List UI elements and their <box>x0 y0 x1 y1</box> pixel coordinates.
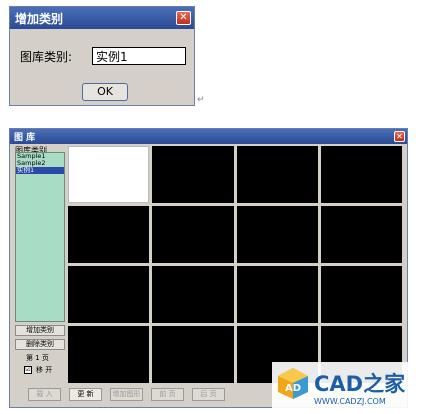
logo-text: AD <box>285 383 301 394</box>
checkbox[interactable]: ☑ <box>24 366 32 374</box>
return-mark-icon: ↵ <box>197 95 205 105</box>
close-icon[interactable]: ✕ <box>176 11 191 25</box>
thumbnail-cell[interactable] <box>68 206 150 263</box>
delete-category-button[interactable]: 删除类别 <box>15 339 65 350</box>
watermark: AD CAD之家 WWW.CADZJ.COM <box>272 362 430 414</box>
thumbnail-cell[interactable] <box>236 206 318 263</box>
thumbnail-cell[interactable] <box>236 146 318 203</box>
list-item[interactable]: 实例1 <box>16 167 64 174</box>
toolbar-button[interactable]: 前 页 <box>151 388 184 401</box>
thumbnail-cell[interactable] <box>152 146 234 203</box>
bottom-toolbar: 载 入更 新增加图形前 页后 页 <box>28 388 225 401</box>
category-name-input[interactable]: 实例1 <box>92 47 186 65</box>
cad-logo-icon: AD <box>278 368 308 399</box>
thumbnail-cell[interactable] <box>152 326 234 383</box>
thumbnail-cell[interactable] <box>320 206 402 263</box>
add-category-dialog: 增加类别 ✕ 图库类别: 实例1 OK <box>9 6 195 106</box>
brand-url: WWW.CADZJ.COM <box>314 397 386 406</box>
thumbnail-cell[interactable] <box>152 206 234 263</box>
add-category-title: 增加类别 <box>15 11 64 26</box>
page-indicator: 第 1 页 <box>26 354 49 362</box>
thumbnail-cell[interactable] <box>68 146 150 203</box>
thumbnail-cell[interactable] <box>68 326 150 383</box>
thumbnail-cell[interactable] <box>68 266 150 323</box>
category-field-row: 图库类别: 实例1 <box>20 47 186 65</box>
category-listbox[interactable]: Sample1 Sample2 实例1 <box>15 152 65 322</box>
gallery-title: 图 库 <box>14 133 36 143</box>
category-field-label: 图库类别: <box>20 49 73 64</box>
move-checkbox-row[interactable]: ☑ 移 开 <box>24 365 52 375</box>
thumbnail-grid <box>68 146 402 383</box>
gallery-titlebar: 图 库 ✕ <box>10 129 407 144</box>
close-icon[interactable]: ✕ <box>394 131 405 142</box>
checkbox-label: 移 开 <box>36 366 53 374</box>
add-category-titlebar: 增加类别 ✕ <box>10 7 194 29</box>
toolbar-button[interactable]: 载 入 <box>28 388 61 401</box>
ok-button[interactable]: OK <box>82 83 128 101</box>
add-category-button[interactable]: 增加类别 <box>15 325 65 336</box>
brand-name: CAD之家 <box>314 372 406 396</box>
thumbnail-cell[interactable] <box>236 266 318 323</box>
thumbnail-cell[interactable] <box>320 146 402 203</box>
toolbar-button[interactable]: 后 页 <box>192 388 225 401</box>
toolbar-button[interactable]: 更 新 <box>69 388 102 401</box>
thumbnail-cell[interactable] <box>320 266 402 323</box>
toolbar-button[interactable]: 增加图形 <box>110 388 143 401</box>
thumbnail-cell[interactable] <box>152 266 234 323</box>
